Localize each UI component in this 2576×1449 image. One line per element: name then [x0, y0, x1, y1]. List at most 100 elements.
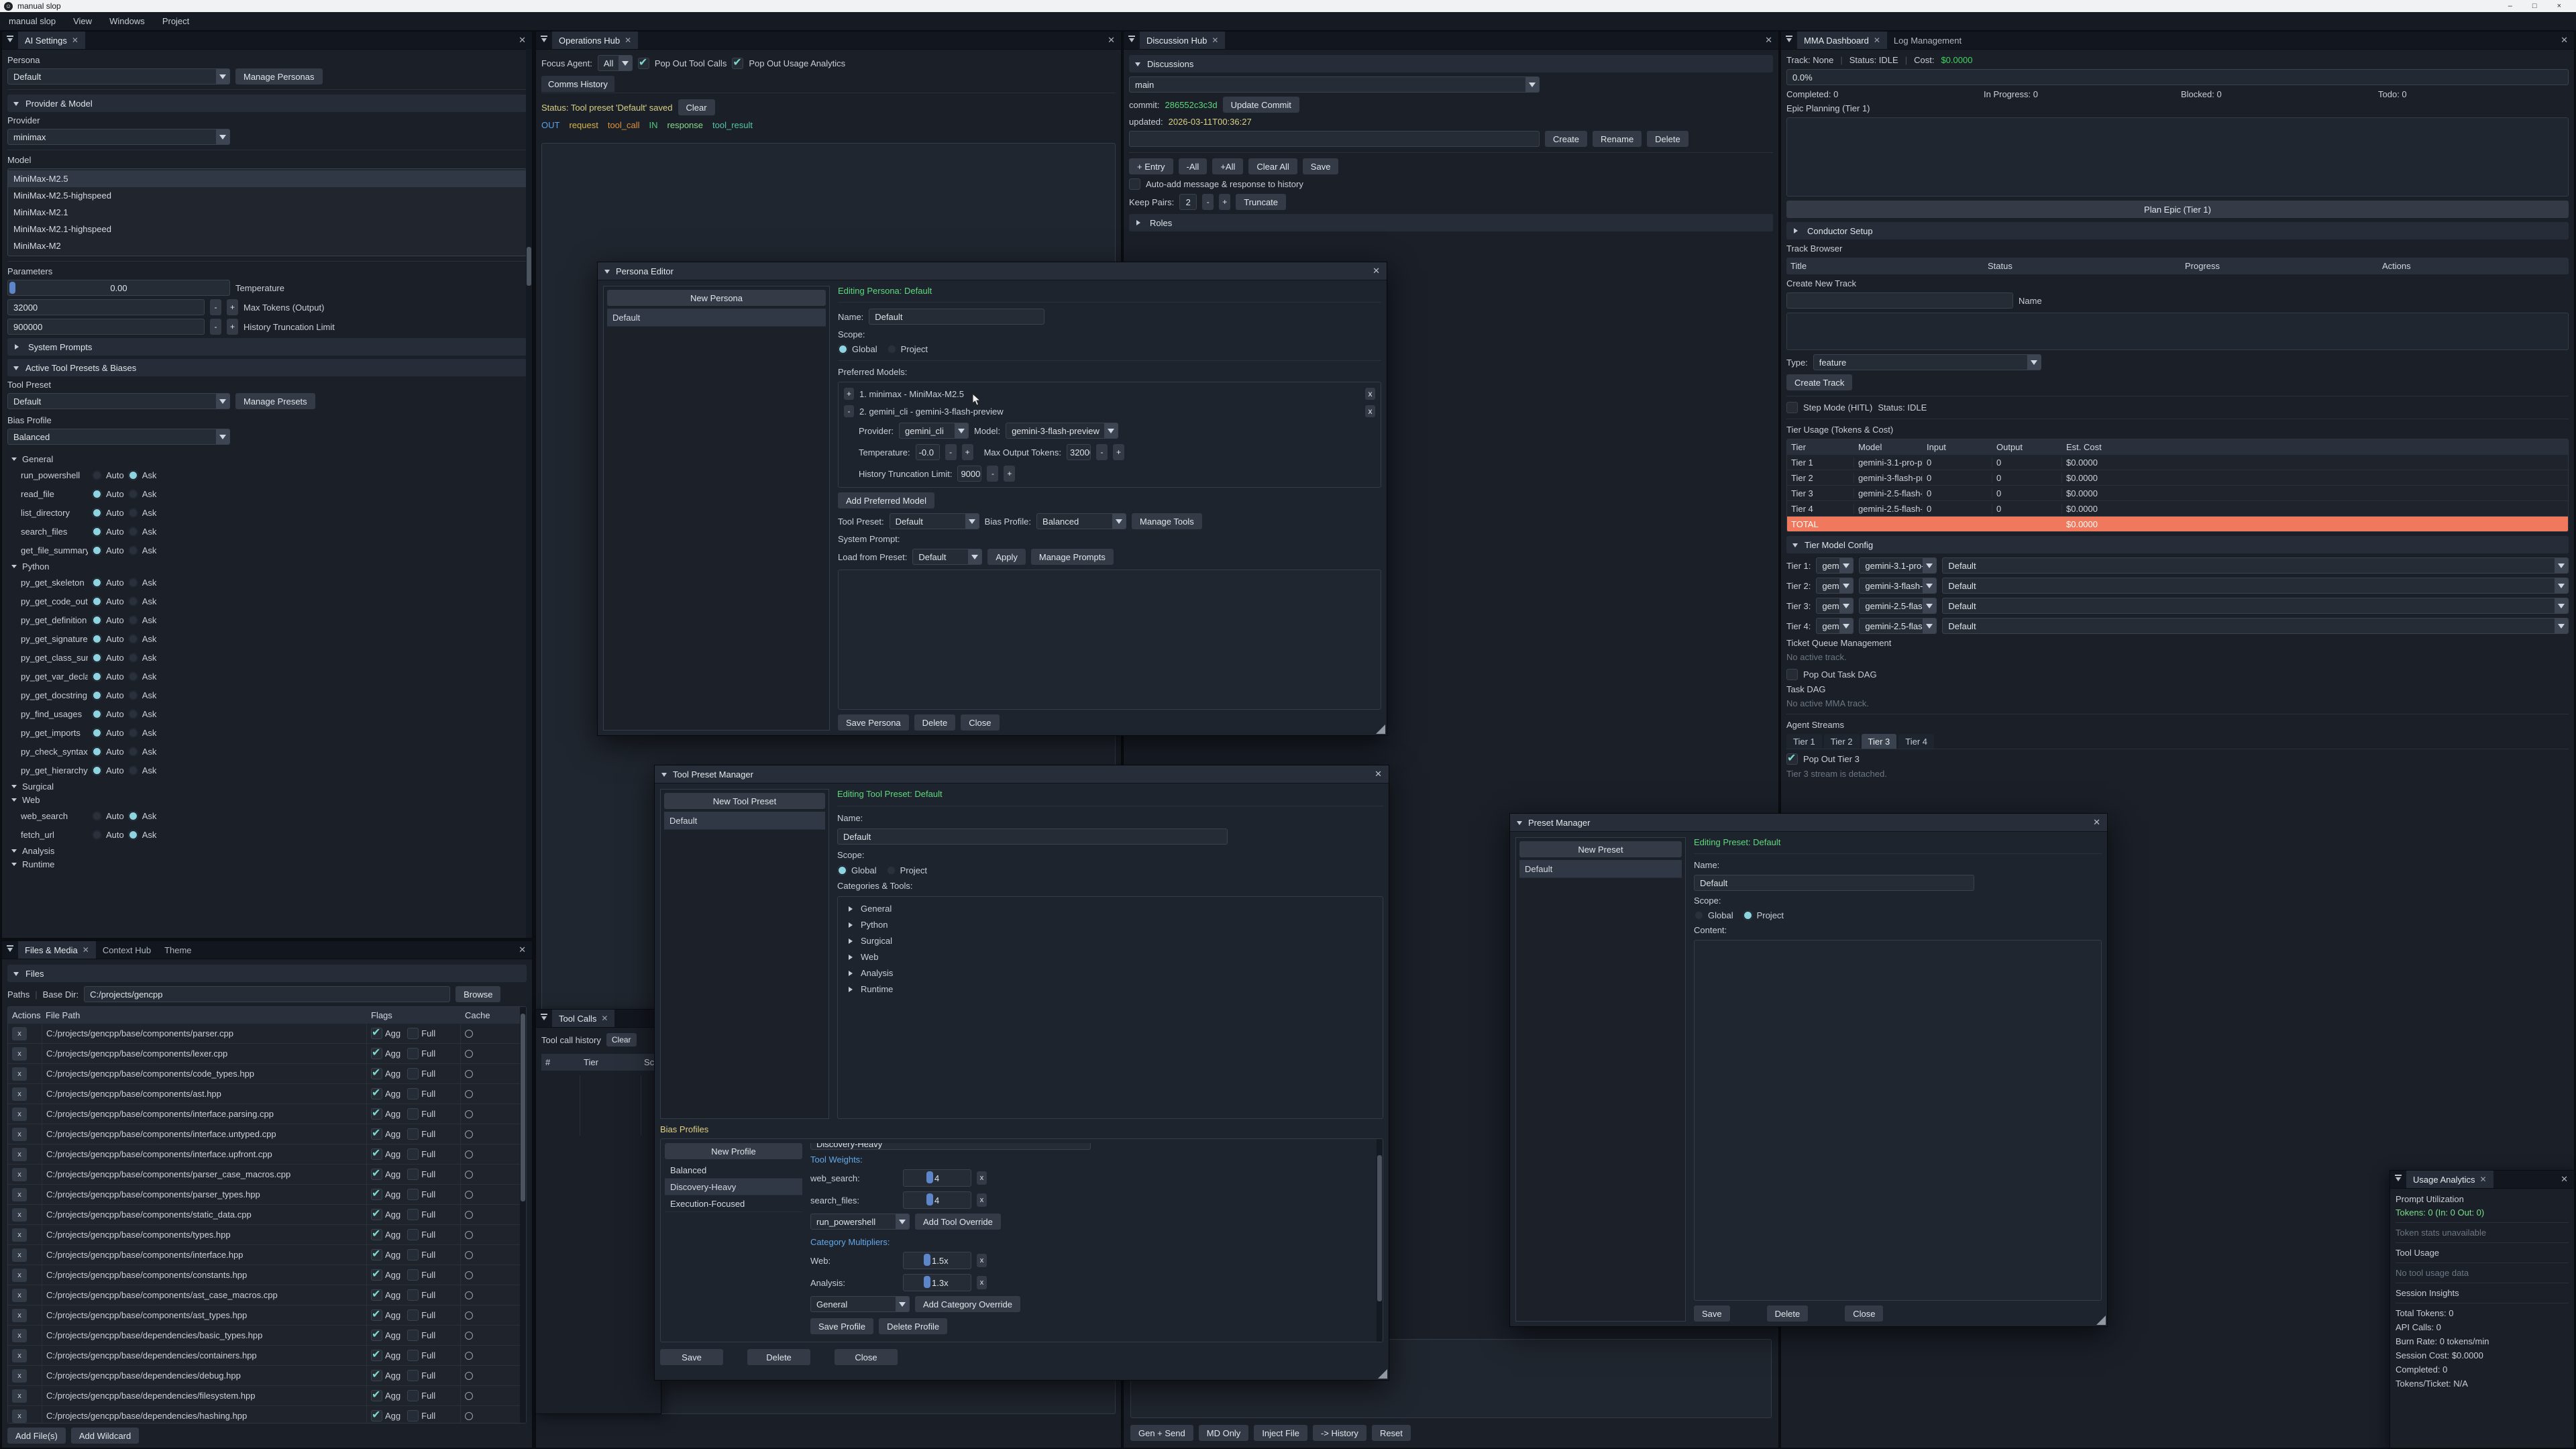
parameter-input[interactable]: 900000 — [7, 319, 205, 335]
agg-checkbox[interactable] — [371, 1410, 382, 1421]
close-persona-button[interactable]: Close — [961, 714, 999, 731]
agg-checkbox[interactable] — [371, 1209, 382, 1220]
save-preset-button[interactable]: Save — [1694, 1305, 1730, 1322]
autoadd-checkbox[interactable] — [1129, 178, 1140, 190]
keep-pairs-input[interactable]: 2 — [1179, 194, 1197, 210]
resize-grip[interactable] — [1378, 1369, 1387, 1379]
epic-planning-textarea[interactable] — [1786, 117, 2569, 197]
auto-radio[interactable] — [92, 527, 102, 537]
delete-preset-button[interactable]: Delete — [1767, 1305, 1809, 1322]
panel-menu-icon[interactable] — [2, 32, 18, 49]
agg-checkbox[interactable] — [371, 1350, 382, 1361]
bias-profile-item[interactable]: Execution-Focused — [665, 1195, 802, 1212]
remove-file-button[interactable]: x — [12, 1228, 27, 1242]
tab-mma-dashboard[interactable]: MMA Dashboard✕ — [1797, 32, 1887, 49]
ask-radio[interactable] — [128, 545, 138, 555]
preset-list-item[interactable]: Default — [1519, 860, 1682, 878]
weight-slider[interactable]: 1.5x — [903, 1252, 971, 1269]
ask-radio[interactable] — [128, 489, 138, 499]
full-checkbox[interactable] — [407, 1330, 419, 1341]
remove-file-button[interactable]: x — [12, 1067, 27, 1081]
composer-button[interactable]: Reset — [1372, 1425, 1411, 1441]
auto-radio[interactable] — [92, 653, 102, 663]
category-tree-item[interactable]: Python — [847, 920, 1373, 930]
remove-file-button[interactable]: x — [12, 1269, 27, 1282]
system-prompts-header[interactable]: System Prompts — [7, 338, 527, 356]
remove-file-button[interactable]: x — [12, 1047, 27, 1061]
entry-button[interactable]: Clear All — [1248, 158, 1297, 174]
remove-file-button[interactable]: x — [12, 1188, 27, 1201]
keep-pairs-plus[interactable]: + — [1219, 194, 1230, 210]
auto-radio[interactable] — [92, 545, 102, 555]
scrollbar-thumb[interactable] — [527, 247, 531, 286]
window-control-icon[interactable]: × — [2557, 2, 2561, 10]
remove-file-button[interactable]: x — [12, 1027, 27, 1040]
close-tab-icon[interactable]: ✕ — [2480, 1175, 2487, 1184]
roles-header[interactable]: Roles — [1129, 214, 1773, 231]
track-name-input[interactable] — [1786, 292, 2013, 309]
tier-preset-select[interactable]: Default — [1942, 557, 2569, 574]
weight-slider[interactable]: 4 — [903, 1191, 971, 1209]
model-list-item[interactable]: MiniMax-M2 — [8, 237, 526, 254]
remove-file-button[interactable]: x — [12, 1389, 27, 1403]
delete-profile-button[interactable]: Delete Profile — [879, 1318, 947, 1334]
tool-preset-manager-titlebar[interactable]: Tool Preset Manager ✕ — [655, 765, 1389, 784]
tab-usage-analytics[interactable]: Usage Analytics✕ — [2406, 1171, 2493, 1188]
stepper-minus[interactable]: - — [210, 299, 221, 315]
ask-radio[interactable] — [128, 470, 138, 480]
scope-project-radio[interactable] — [887, 344, 897, 354]
agg-checkbox[interactable] — [371, 1390, 382, 1401]
tab-files-media[interactable]: Files & Media✕ — [18, 941, 96, 959]
model-move-up-button[interactable]: + — [844, 388, 854, 400]
tool-preset-select[interactable]: Default — [7, 393, 230, 409]
persona-select[interactable]: Default — [7, 68, 230, 85]
tier-model-select[interactable]: gemini-2.5-flash-lite — [1859, 598, 1937, 614]
focus-agent-select[interactable]: All — [598, 55, 633, 71]
ask-radio[interactable] — [128, 690, 138, 700]
ask-radio[interactable] — [128, 811, 138, 821]
add-preferred-model-button[interactable]: Add Preferred Model — [838, 492, 934, 508]
tier-provider-select[interactable]: gemini — [1816, 618, 1854, 634]
system-prompt-textarea[interactable] — [838, 570, 1381, 710]
provider-model-header[interactable]: Provider & Model — [7, 95, 527, 112]
track-description-textarea[interactable] — [1786, 313, 2569, 350]
agg-checkbox[interactable] — [371, 1309, 382, 1321]
tool-override-select[interactable]: run_powershell — [810, 1214, 910, 1230]
auto-radio[interactable] — [92, 672, 102, 682]
stepper-plus[interactable]: + — [227, 319, 238, 335]
add-tool-override-button[interactable]: Add Tool Override — [915, 1214, 1001, 1230]
model-list-item[interactable]: MiniMax-M2.1-highspeed — [8, 221, 526, 237]
manage-prompts-button[interactable]: Manage Prompts — [1031, 549, 1114, 565]
tool-category-header[interactable]: Python — [7, 559, 527, 573]
remove-file-button[interactable]: x — [12, 1409, 27, 1423]
entry-button[interactable]: + Entry — [1129, 158, 1173, 174]
discussion-rename-button[interactable]: Rename — [1593, 131, 1642, 147]
hist-plus[interactable]: + — [1004, 466, 1015, 482]
menu-item-view[interactable]: View — [64, 16, 101, 26]
step-mode-checkbox[interactable] — [1786, 402, 1798, 413]
agg-checkbox[interactable] — [371, 1048, 382, 1059]
close-panel-icon[interactable]: ✕ — [2561, 35, 2568, 46]
temp-minus[interactable]: - — [945, 444, 957, 460]
close-panel-icon[interactable]: ✕ — [519, 35, 526, 46]
agg-checkbox[interactable] — [371, 1249, 382, 1260]
remove-file-button[interactable]: x — [12, 1248, 27, 1262]
scrollbar-thumb[interactable] — [521, 1014, 525, 1201]
persona-name-input[interactable]: Default — [869, 309, 1044, 325]
discussion-name-input[interactable] — [1129, 131, 1540, 147]
save-profile-button[interactable]: Save Profile — [810, 1318, 873, 1334]
files-scrollbar[interactable] — [520, 1007, 526, 1423]
full-checkbox[interactable] — [407, 1289, 419, 1301]
plan-epic-button[interactable]: Plan Epic (Tier 1) — [1786, 201, 2569, 218]
menu-item-windows[interactable]: Windows — [101, 16, 154, 26]
full-checkbox[interactable] — [407, 1390, 419, 1401]
tier-preset-select[interactable]: Default — [1942, 578, 2569, 594]
full-checkbox[interactable] — [407, 1148, 419, 1160]
auto-radio[interactable] — [92, 690, 102, 700]
agg-checkbox[interactable] — [371, 1269, 382, 1281]
persona-editor-titlebar[interactable]: Persona Editor ✕ — [598, 262, 1387, 280]
discussions-header[interactable]: Discussions — [1129, 55, 1773, 72]
full-checkbox[interactable] — [407, 1410, 419, 1421]
agent-stream-tab[interactable]: Tier 1 — [1786, 734, 1822, 749]
auto-radio[interactable] — [92, 811, 102, 821]
